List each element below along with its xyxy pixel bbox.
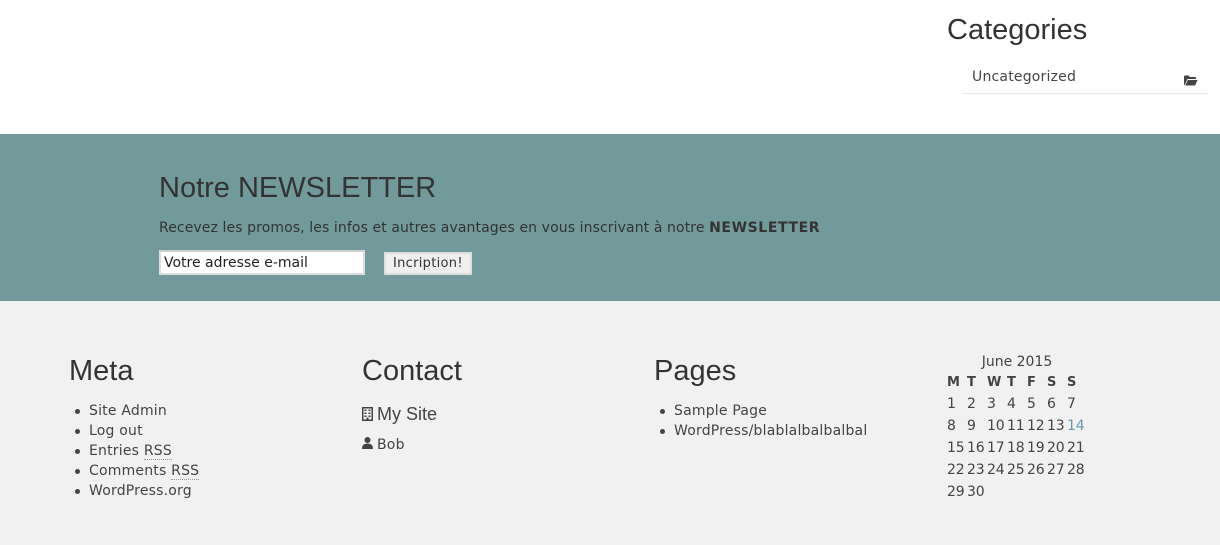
building-icon — [362, 405, 373, 426]
page-link-wordpress[interactable]: WordPress/blablalbalbalbal — [654, 421, 867, 441]
pages-list: Sample Page WordPress/blablalbalbalbal — [654, 401, 867, 441]
calendar-day: 29 — [947, 484, 965, 500]
calendar-day: 20 — [1047, 440, 1065, 456]
weekday-header: T — [1007, 374, 1017, 390]
calendar-day: 24 — [987, 462, 1005, 478]
contact-site-label[interactable]: My Site — [377, 404, 437, 424]
email-input[interactable] — [159, 250, 365, 275]
calendar-day: 30 — [967, 484, 985, 500]
page-link-sample-page[interactable]: Sample Page — [654, 401, 867, 421]
calendar-day — [1067, 481, 1087, 503]
meta-link-entries-rss[interactable]: Entries RSS — [69, 441, 199, 461]
weekday-header: M — [947, 374, 961, 390]
meta-link-log-out[interactable]: Log out — [69, 421, 199, 441]
calendar-day: 22 — [947, 462, 965, 478]
newsletter-description-bold: NEWSLETTER — [709, 220, 821, 236]
calendar-week-row: 8 9 10 11 12 13 14 — [947, 415, 1087, 437]
contact-person: Bob — [362, 437, 405, 453]
calendar: June 2015 M T W T F S S 1 2 3 4 5 6 7 8 … — [947, 353, 1087, 503]
newsletter-description: Recevez les promos, les infos et autres … — [159, 220, 820, 236]
calendar-day: 8 — [947, 418, 956, 434]
weekday-header: S — [1047, 374, 1057, 390]
comments-label[interactable]: Comments — [89, 463, 171, 479]
calendar-day: 21 — [1067, 440, 1085, 456]
newsletter-title: Notre NEWSLETTER — [159, 172, 437, 204]
weekday-header: F — [1027, 374, 1037, 390]
user-icon — [362, 437, 373, 453]
calendar-day: 11 — [1007, 418, 1025, 434]
meta-title: Meta — [69, 355, 134, 387]
calendar-day: 26 — [1027, 462, 1045, 478]
calendar-day: 1 — [947, 396, 956, 412]
weekday-header: W — [987, 374, 1002, 390]
calendar-week-row: 22 23 24 25 26 27 28 — [947, 459, 1087, 481]
folder-open-icon — [1184, 71, 1198, 86]
calendar-day — [1047, 481, 1067, 503]
calendar-day: 5 — [1027, 396, 1036, 412]
calendar-day: 17 — [987, 440, 1005, 456]
calendar-week-row: 15 16 17 18 19 20 21 — [947, 437, 1087, 459]
pages-title: Pages — [654, 355, 737, 387]
entries-label[interactable]: Entries — [89, 443, 144, 459]
weekday-header: T — [967, 374, 977, 390]
footer: Meta Site Admin Log out Entries RSS Comm… — [0, 301, 1220, 545]
calendar-day: 3 — [987, 396, 996, 412]
categories-title: Categories — [947, 14, 1088, 46]
calendar-caption: June 2015 — [981, 354, 1053, 370]
calendar-day: 28 — [1067, 462, 1085, 478]
meta-link-comments-rss[interactable]: Comments RSS — [69, 461, 200, 481]
calendar-day: 23 — [967, 462, 985, 478]
calendar-week-row: 1 2 3 4 5 6 7 — [947, 393, 1087, 415]
calendar-week-row: 29 30 — [947, 481, 1087, 503]
calendar-day — [1007, 481, 1027, 503]
weekday-header: S — [1067, 374, 1077, 390]
category-item[interactable]: Uncategorized — [962, 66, 1208, 94]
entries-rss-abbr[interactable]: RSS — [143, 443, 172, 460]
contact-site[interactable]: My Site — [362, 404, 437, 426]
comments-rss-abbr[interactable]: RSS — [171, 463, 200, 480]
calendar-day: 27 — [1047, 462, 1065, 478]
meta-link-wordpress-org[interactable]: WordPress.org — [69, 481, 199, 501]
calendar-day: 7 — [1067, 396, 1076, 412]
calendar-day: 2 — [967, 396, 976, 412]
calendar-day: 13 — [1047, 418, 1065, 434]
contact-title: Contact — [362, 355, 462, 387]
top-section: Categories Uncategorized — [0, 0, 1220, 134]
newsletter-description-text: Recevez les promos, les infos et autres … — [159, 220, 710, 236]
calendar-day: 18 — [1007, 440, 1025, 456]
meta-link-site-admin[interactable]: Site Admin — [69, 401, 199, 421]
calendar-day: 12 — [1027, 418, 1045, 434]
calendar-day: 15 — [947, 440, 965, 456]
calendar-day-today[interactable]: 14 — [1067, 415, 1087, 437]
contact-person-label: Bob — [377, 437, 405, 453]
calendar-day: 6 — [1047, 396, 1056, 412]
calendar-day: 10 — [987, 418, 1005, 434]
calendar-day: 4 — [1007, 396, 1016, 412]
newsletter-section: Notre NEWSLETTER Recevez les promos, les… — [0, 134, 1220, 301]
meta-list: Site Admin Log out Entries RSS Comments … — [69, 401, 200, 501]
calendar-weekday-row: M T W T F S S — [947, 371, 1087, 393]
category-link[interactable]: Uncategorized — [972, 69, 1076, 85]
calendar-day: 9 — [967, 418, 976, 434]
calendar-day — [1027, 481, 1047, 503]
calendar-day — [987, 481, 1007, 503]
subscribe-button[interactable]: Incription! — [384, 252, 472, 275]
calendar-day: 25 — [1007, 462, 1025, 478]
calendar-day: 19 — [1027, 440, 1045, 456]
calendar-day: 16 — [967, 440, 985, 456]
